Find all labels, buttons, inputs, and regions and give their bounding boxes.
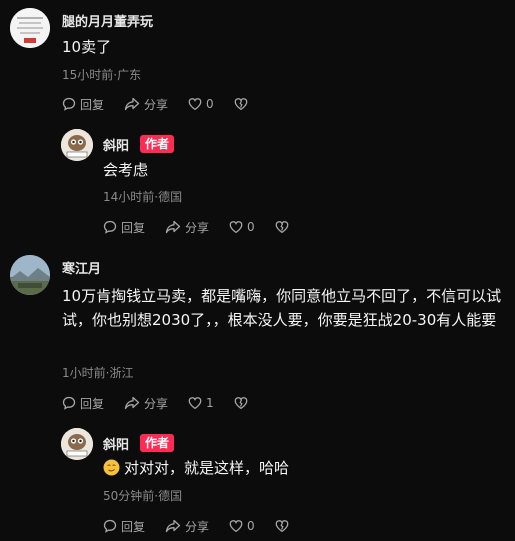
like-count: 1 — [206, 396, 214, 410]
comment-meta: 1小时前·浙江 — [62, 366, 134, 380]
like-button[interactable]: 0 — [229, 519, 255, 533]
like-count: 0 — [247, 220, 255, 234]
reply-text: 会考虑 — [103, 161, 149, 179]
like-button[interactable]: 0 — [188, 97, 214, 111]
share-arrow-icon — [165, 519, 181, 533]
dislike-button[interactable] — [234, 97, 248, 111]
reply-bubble-icon — [62, 97, 76, 111]
dislike-button[interactable] — [234, 396, 248, 410]
share-label: 分享 — [144, 97, 169, 112]
share-button[interactable]: 分享 — [165, 219, 209, 236]
heart-icon — [188, 98, 202, 111]
comment-text: 10卖了 — [62, 38, 112, 56]
comment-username[interactable]: 寒江月 — [62, 258, 101, 277]
avatar-image — [10, 8, 50, 48]
reply-bubble-icon — [103, 519, 117, 533]
heart-icon — [188, 397, 202, 410]
share-arrow-icon — [124, 97, 140, 111]
avatar-image — [61, 428, 93, 460]
share-arrow-icon — [165, 220, 181, 234]
comment-text: 10万肯掏钱立马卖，都是嘴嗨，你同意他立马不回了，不信可以试试，你也别想2030… — [62, 287, 502, 329]
heart-icon — [229, 221, 243, 234]
reply-text: 对对对，就是这样，哈哈 — [124, 459, 290, 477]
like-button[interactable]: 1 — [188, 396, 214, 410]
reply-bubble-icon — [103, 220, 117, 234]
like-count: 0 — [247, 519, 255, 533]
reply-button[interactable]: 回复 — [103, 219, 145, 236]
reply-label: 回复 — [121, 519, 146, 534]
reply-label: 回复 — [121, 220, 146, 235]
reply-meta: 14小时前·德国 — [103, 190, 183, 204]
reply-meta: 50分钟前·德国 — [103, 489, 183, 503]
reply-bubble-icon — [62, 396, 76, 410]
dislike-button[interactable] — [275, 519, 289, 533]
reply-avatar[interactable] — [61, 129, 93, 161]
comment-meta: 15小时前·广东 — [62, 68, 142, 82]
reply-button[interactable]: 回复 — [62, 96, 104, 113]
reply-avatar[interactable] — [61, 428, 93, 460]
reply-label: 回复 — [80, 97, 105, 112]
share-button[interactable]: 分享 — [165, 518, 209, 535]
smirk-emoji-icon — [103, 459, 120, 476]
reply-button[interactable]: 回复 — [103, 518, 145, 535]
author-badge: 作者 — [140, 135, 175, 153]
broken-heart-icon — [234, 98, 248, 111]
reply-button[interactable]: 回复 — [62, 395, 104, 412]
comment-actions: 回复 分享 0 — [62, 95, 268, 113]
broken-heart-icon — [234, 397, 248, 410]
comment-actions: 回复 分享 1 — [62, 394, 268, 412]
reply-actions: 回复 分享 0 — [103, 218, 309, 236]
broken-heart-icon — [275, 221, 289, 234]
like-button[interactable]: 0 — [229, 220, 255, 234]
share-label: 分享 — [185, 220, 210, 235]
reply-label: 回复 — [80, 396, 105, 411]
like-count: 0 — [206, 97, 214, 111]
dislike-button[interactable] — [275, 220, 289, 234]
share-label: 分享 — [185, 519, 210, 534]
reply-username[interactable]: 斜阳 — [103, 434, 129, 453]
author-badge: 作者 — [140, 434, 175, 452]
share-button[interactable]: 分享 — [124, 96, 168, 113]
broken-heart-icon — [275, 520, 289, 533]
reply-actions: 回复 分享 0 — [103, 517, 309, 535]
avatar[interactable] — [10, 8, 50, 48]
reply-username[interactable]: 斜阳 — [103, 135, 129, 154]
share-arrow-icon — [124, 396, 140, 410]
share-button[interactable]: 分享 — [124, 395, 168, 412]
avatar[interactable] — [10, 255, 50, 295]
avatar-image — [10, 255, 50, 295]
comment-username[interactable]: 腿的月月董弄玩 — [62, 11, 153, 30]
avatar-image — [61, 129, 93, 161]
heart-icon — [229, 520, 243, 533]
share-label: 分享 — [144, 396, 169, 411]
